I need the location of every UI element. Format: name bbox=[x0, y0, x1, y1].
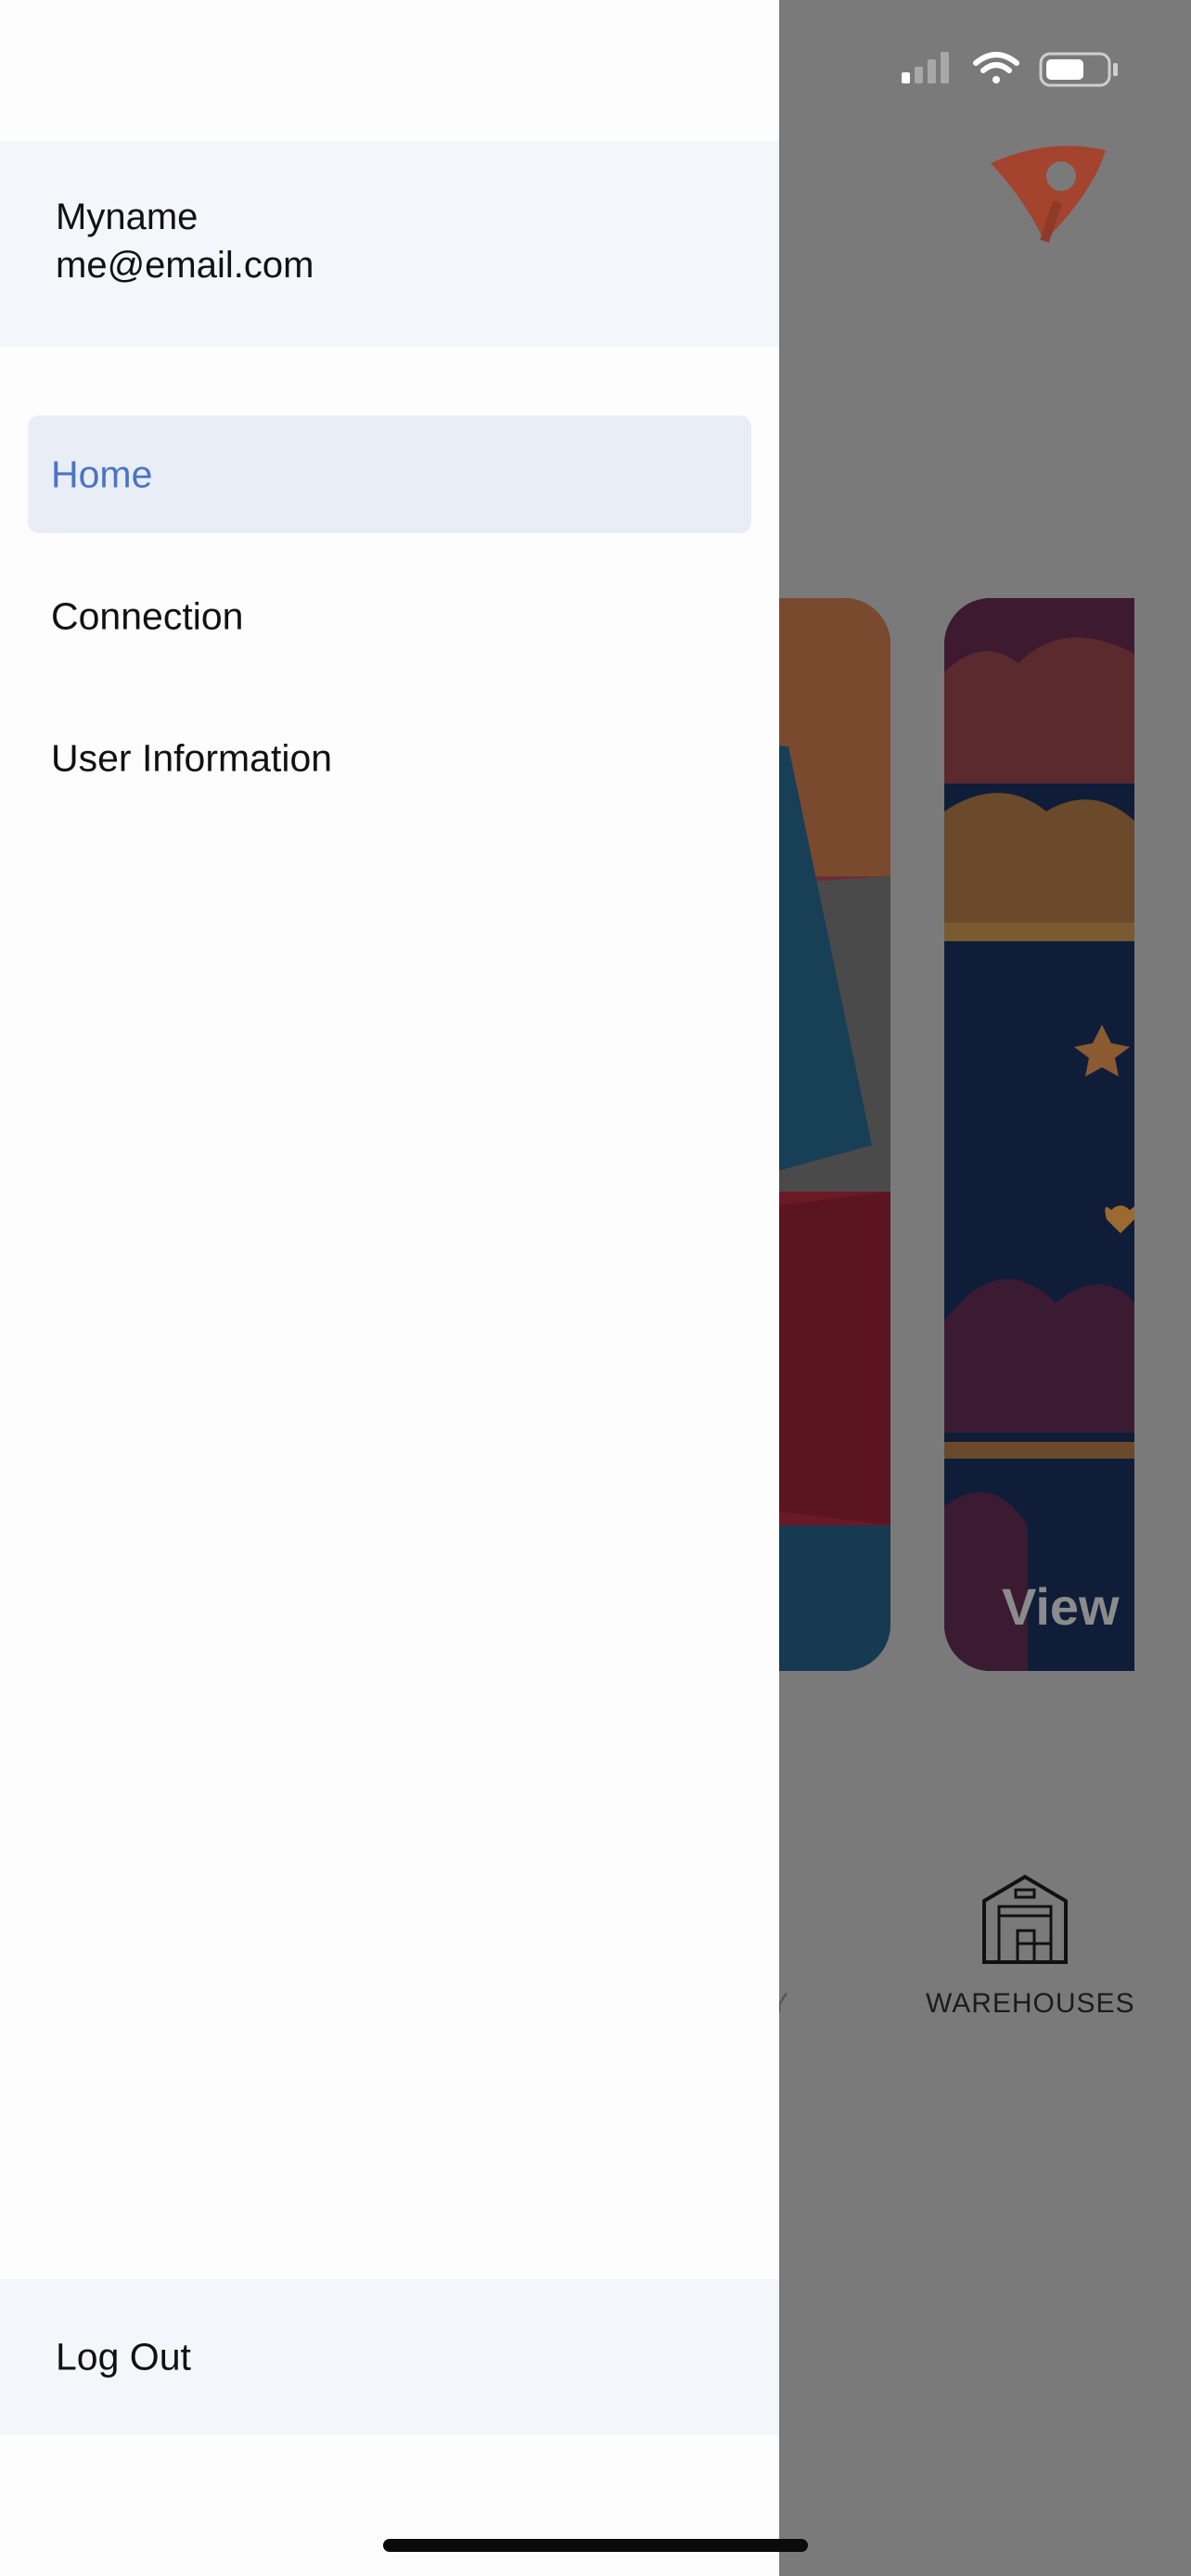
nav-item-label: User Information bbox=[51, 736, 333, 779]
card-artwork-secondary bbox=[944, 598, 1134, 1671]
app-logo-icon bbox=[991, 146, 1106, 243]
featured-card-secondary[interactable] bbox=[944, 598, 1134, 1671]
status-bar bbox=[902, 52, 1118, 87]
signal-icon bbox=[902, 52, 949, 83]
card-view-button[interactable]: View bbox=[1002, 1576, 1120, 1637]
nav-item-label: Home bbox=[51, 453, 153, 495]
battery-icon bbox=[1039, 52, 1118, 87]
logout-label: Log Out bbox=[56, 2335, 191, 2378]
nav-item-connection[interactable]: Connection bbox=[28, 557, 751, 675]
side-drawer: Myname me@email.com Home Connection User… bbox=[0, 0, 779, 2576]
wifi-icon bbox=[973, 52, 1019, 83]
warehouses-label[interactable]: WAREHOUSES bbox=[926, 1988, 1135, 2020]
logout-button[interactable]: Log Out bbox=[0, 2279, 779, 2435]
profile-name: Myname bbox=[56, 197, 198, 237]
nav-item-home[interactable]: Home bbox=[28, 415, 751, 533]
profile-email: me@email.com bbox=[56, 245, 314, 286]
nav-item-label: Connection bbox=[51, 594, 244, 637]
warehouse-icon bbox=[982, 1874, 1068, 1964]
profile-header bbox=[0, 141, 779, 347]
home-indicator[interactable] bbox=[383, 2539, 808, 2552]
nav-item-user-information[interactable]: User Information bbox=[28, 699, 751, 817]
